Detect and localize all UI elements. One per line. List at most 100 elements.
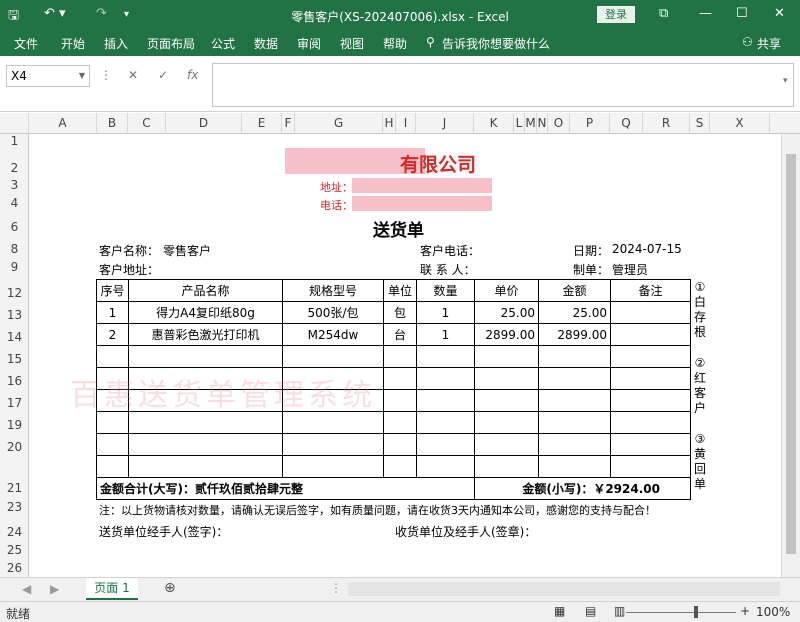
cell-remark[interactable]: [610, 301, 691, 324]
zoom-slider-thumb[interactable]: [694, 606, 698, 618]
row-header[interactable]: 3: [0, 178, 29, 194]
tab-data[interactable]: 数据: [254, 35, 278, 52]
horizontal-scrollbar[interactable]: [348, 582, 780, 596]
column-header[interactable]: O: [548, 113, 570, 134]
empty-cell[interactable]: [282, 455, 384, 478]
column-header[interactable]: R: [643, 113, 690, 134]
empty-cell[interactable]: [96, 345, 129, 368]
cancel-icon[interactable]: ✕: [128, 68, 138, 82]
empty-cell[interactable]: [416, 389, 475, 412]
zoom-slider-track[interactable]: [626, 612, 736, 613]
header-cell[interactable]: 产品名称: [128, 279, 283, 302]
total-big-cell[interactable]: 金额合计(大写)：贰仟玖佰贰拾肆元整: [96, 477, 475, 500]
empty-cell[interactable]: [383, 345, 417, 368]
column-header[interactable]: F: [282, 113, 295, 134]
row-header[interactable]: 20: [0, 440, 29, 456]
empty-cell[interactable]: [610, 455, 691, 478]
prev-sheet-icon[interactable]: ◀: [22, 582, 31, 596]
empty-cell[interactable]: [474, 389, 539, 412]
column-header[interactable]: D: [166, 113, 242, 134]
column-header[interactable]: J: [416, 113, 474, 134]
column-header[interactable]: M: [525, 113, 537, 134]
normal-view-icon[interactable]: ▦: [554, 604, 565, 618]
column-header[interactable]: I: [396, 113, 416, 134]
cell-no[interactable]: 2: [96, 323, 129, 346]
empty-cell[interactable]: [474, 433, 539, 456]
empty-cell[interactable]: [538, 433, 611, 456]
row-header[interactable]: 8: [0, 242, 29, 258]
empty-cell[interactable]: [610, 433, 691, 456]
empty-cell[interactable]: [538, 389, 611, 412]
empty-cell[interactable]: [282, 433, 384, 456]
cell-unit[interactable]: 包: [383, 301, 417, 324]
minimize-icon[interactable]: —: [699, 6, 712, 21]
column-header[interactable]: X: [710, 113, 770, 134]
row-header[interactable]: 17: [0, 396, 29, 412]
empty-cell[interactable]: [610, 367, 691, 390]
empty-cell[interactable]: [474, 367, 539, 390]
tab-help[interactable]: 帮助: [383, 35, 407, 52]
zoom-level[interactable]: 100%: [756, 605, 790, 619]
column-header[interactable]: B: [97, 113, 128, 134]
select-all-corner[interactable]: [0, 113, 29, 134]
row-header[interactable]: 23: [0, 500, 29, 516]
empty-cell[interactable]: [128, 345, 283, 368]
row-header[interactable]: 26: [0, 561, 29, 577]
column-header[interactable]: Q: [610, 113, 643, 134]
ribbon-display-icon[interactable]: ⧉: [659, 6, 668, 21]
column-header[interactable]: P: [570, 113, 610, 134]
empty-cell[interactable]: [416, 455, 475, 478]
cell-qty[interactable]: 1: [416, 301, 475, 324]
page-break-icon[interactable]: ▥: [614, 604, 625, 618]
header-cell[interactable]: 序号: [96, 279, 129, 302]
more-icon[interactable]: ⋮: [330, 581, 342, 595]
empty-cell[interactable]: [383, 433, 417, 456]
row-header[interactable]: 16: [0, 374, 29, 390]
empty-cell[interactable]: [128, 411, 283, 434]
header-cell[interactable]: 数量: [416, 279, 475, 302]
empty-cell[interactable]: [610, 411, 691, 434]
total-small-cell[interactable]: 金额(小写)：￥2924.00: [474, 477, 691, 500]
empty-cell[interactable]: [96, 455, 129, 478]
cell-price[interactable]: 2899.00: [474, 323, 539, 346]
column-header[interactable]: S: [690, 113, 710, 134]
row-header[interactable]: 21: [0, 481, 29, 497]
empty-cell[interactable]: [416, 433, 475, 456]
row-header[interactable]: 2: [0, 158, 29, 178]
empty-cell[interactable]: [474, 411, 539, 434]
row-header[interactable]: 12: [0, 286, 29, 302]
chevron-down-icon[interactable]: ▼: [79, 66, 85, 86]
column-header[interactable]: E: [242, 113, 282, 134]
empty-cell[interactable]: [383, 455, 417, 478]
row-header[interactable]: 24: [0, 525, 29, 541]
row-header[interactable]: 13: [0, 308, 29, 324]
empty-cell[interactable]: [383, 389, 417, 412]
empty-cell[interactable]: [96, 433, 129, 456]
empty-cell[interactable]: [128, 455, 283, 478]
tab-home[interactable]: 开始: [61, 35, 85, 52]
cell-qty[interactable]: 1: [416, 323, 475, 346]
empty-cell[interactable]: [96, 411, 129, 434]
empty-cell[interactable]: [282, 345, 384, 368]
tab-review[interactable]: 审阅: [297, 35, 321, 52]
column-header[interactable]: L: [514, 113, 525, 134]
cell-remark[interactable]: [610, 323, 691, 346]
header-cell[interactable]: 单位: [383, 279, 417, 302]
cell-unit[interactable]: 台: [383, 323, 417, 346]
formula-input[interactable]: [212, 63, 794, 107]
empty-cell[interactable]: [538, 455, 611, 478]
empty-cell[interactable]: [538, 345, 611, 368]
row-header[interactable]: 6: [0, 220, 29, 236]
empty-cell[interactable]: [538, 367, 611, 390]
empty-cell[interactable]: [416, 411, 475, 434]
tab-page-layout[interactable]: 页面布局: [147, 35, 195, 52]
column-header[interactable]: A: [29, 113, 97, 134]
maximize-icon[interactable]: ☐: [736, 6, 748, 21]
empty-cell[interactable]: [416, 345, 475, 368]
header-cell[interactable]: 单价: [474, 279, 539, 302]
empty-cell[interactable]: [610, 345, 691, 368]
add-sheet-icon[interactable]: ⊕: [164, 580, 176, 596]
column-header[interactable]: G: [295, 113, 383, 134]
column-header[interactable]: N: [537, 113, 548, 134]
header-cell[interactable]: 备注: [610, 279, 691, 302]
